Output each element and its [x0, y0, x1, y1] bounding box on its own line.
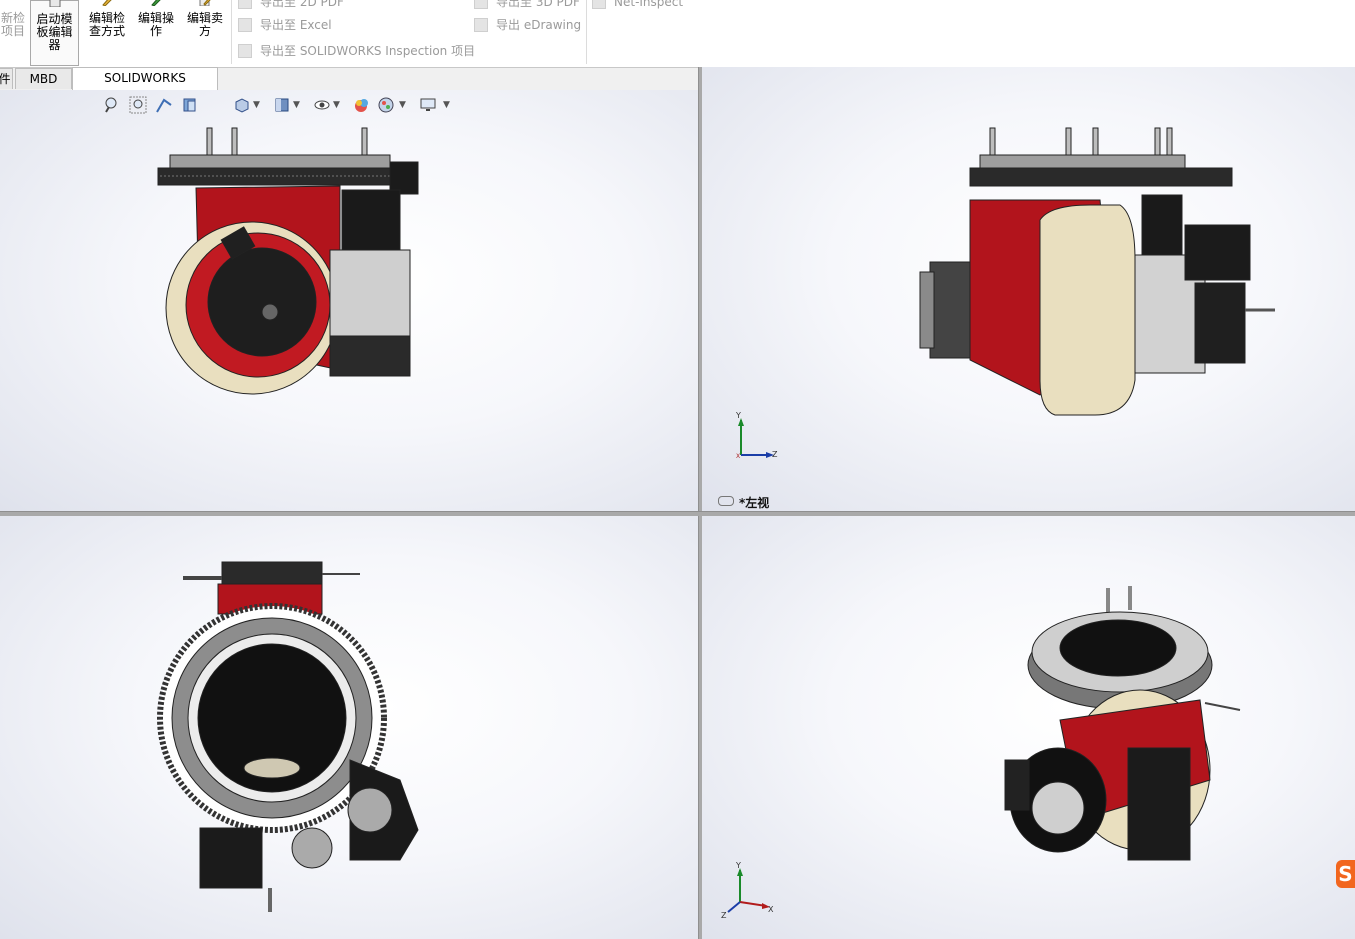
triad-y-label: Y	[735, 411, 741, 420]
excel-icon	[238, 18, 252, 32]
apply-scene-icon[interactable]	[377, 96, 395, 114]
left-view-model	[919, 127, 1275, 416]
zoom-to-area-icon[interactable]	[129, 96, 147, 114]
iso-triad-y-label: Y	[735, 861, 741, 870]
section-view-icon[interactable]	[181, 96, 199, 114]
edit-operation-icon	[151, 0, 161, 6]
view-orientation-dropdown-icon[interactable]: ▼	[253, 96, 263, 114]
edit-vendor-icon	[199, 0, 211, 6]
edit-vendor-button[interactable]: 编辑卖 方	[182, 0, 228, 66]
coordinate-triad-left-view: Y Z X	[735, 411, 778, 460]
template-editor-icon	[49, 0, 60, 7]
isometric-view-model	[1004, 586, 1241, 861]
launch-template-editor-label: 启动模 板编辑 器	[36, 12, 73, 52]
link-view-icon[interactable]	[718, 496, 734, 506]
zoom-to-fit-icon[interactable]	[103, 96, 121, 114]
new-inspection-project-label: 新检 项目	[0, 11, 25, 38]
launch-template-editor-button[interactable]: 启动模 板编辑 器	[30, 0, 79, 66]
front-view-model	[157, 127, 419, 395]
display-style-icon[interactable]	[273, 96, 291, 114]
ribbon-separator	[586, 0, 587, 64]
export-excel-label: 导出至 Excel	[260, 18, 332, 32]
command-ribbon: 新检 项目 启动模 板编辑 器 编辑检 查方式 编辑操 作 编辑卖 方 导出至 …	[0, 0, 1355, 68]
export-3d-pdf-item[interactable]: 导出至 3D PDF	[474, 0, 580, 10]
edit-pencil-icon	[102, 0, 112, 6]
tab-solidworks-inspection[interactable]: SOLIDWORKS Inspection	[72, 67, 218, 105]
apply-scene-dropdown-icon[interactable]: ▼	[399, 96, 409, 114]
hide-show-items-icon[interactable]	[313, 96, 331, 114]
sogou-ime-icon[interactable]: S	[1336, 860, 1355, 888]
pdf-3d-icon	[474, 0, 488, 9]
previous-view-icon[interactable]	[155, 96, 173, 114]
iso-triad-x-label: X	[768, 905, 774, 914]
view-settings-icon[interactable]	[419, 96, 437, 114]
export-3d-pdf-label: 导出至 3D PDF	[496, 0, 580, 9]
edit-appearance-icon[interactable]	[353, 96, 371, 114]
view-name-label: *左视	[718, 494, 769, 511]
edit-operation-button[interactable]: 编辑操 作	[133, 0, 179, 66]
viewport-front[interactable]	[0, 90, 698, 511]
edit-operation-label: 编辑操 作	[137, 11, 174, 38]
inspection-project-icon	[238, 44, 252, 58]
edrawing-icon	[474, 18, 488, 32]
export-inspection-project-label: 导出至 SOLIDWORKS Inspection 项目	[260, 44, 476, 58]
edit-inspection-method-label: 编辑检 查方式	[88, 11, 125, 38]
edit-inspection-method-button[interactable]: 编辑检 查方式	[84, 0, 130, 66]
view-orientation-icon[interactable]	[233, 96, 251, 114]
viewport-divider-vertical[interactable]	[698, 67, 702, 939]
new-inspection-project-button[interactable]: 新检 项目	[0, 0, 26, 66]
export-2d-pdf-item[interactable]: 导出至 2D PDF	[238, 0, 344, 10]
export-edrawing-label: 导出 eDrawing	[496, 18, 582, 32]
edit-vendor-label: 编辑卖 方	[186, 11, 223, 38]
export-2d-pdf-label: 导出至 2D PDF	[260, 0, 344, 9]
viewport-left[interactable]	[702, 67, 1355, 511]
viewport-divider-horizontal[interactable]	[0, 511, 1355, 516]
top-view-model	[157, 561, 419, 912]
export-excel-item[interactable]: 导出至 Excel	[238, 17, 332, 33]
display-style-dropdown-icon[interactable]: ▼	[293, 96, 303, 114]
net-inspect-label: Net-Inspect	[614, 0, 684, 9]
command-tabs: 件 MBD SOLIDWORKS Inspection	[0, 67, 220, 105]
net-inspect-item[interactable]: Net-Inspect	[592, 0, 683, 10]
tab-mbd[interactable]: MBD	[15, 68, 72, 89]
export-edrawing-item[interactable]: 导出 eDrawing	[474, 17, 581, 33]
tab-parts[interactable]: 件	[0, 68, 13, 89]
triad-z-label: Z	[772, 450, 778, 459]
viewport-isometric[interactable]	[702, 516, 1355, 939]
net-inspect-icon	[592, 0, 606, 9]
pdf-icon	[238, 0, 252, 9]
view-name-text: *左视	[739, 496, 770, 510]
view-settings-dropdown-icon[interactable]: ▼	[443, 96, 453, 114]
hide-show-dropdown-icon[interactable]: ▼	[333, 96, 343, 114]
triad-x-label: X	[736, 453, 740, 460]
coordinate-triad-isometric: Y X Z	[721, 861, 774, 920]
viewport-top[interactable]	[0, 516, 698, 939]
iso-triad-z-label: Z	[721, 911, 727, 920]
ribbon-separator	[231, 0, 232, 64]
export-inspection-project-item[interactable]: 导出至 SOLIDWORKS Inspection 项目	[238, 43, 475, 59]
